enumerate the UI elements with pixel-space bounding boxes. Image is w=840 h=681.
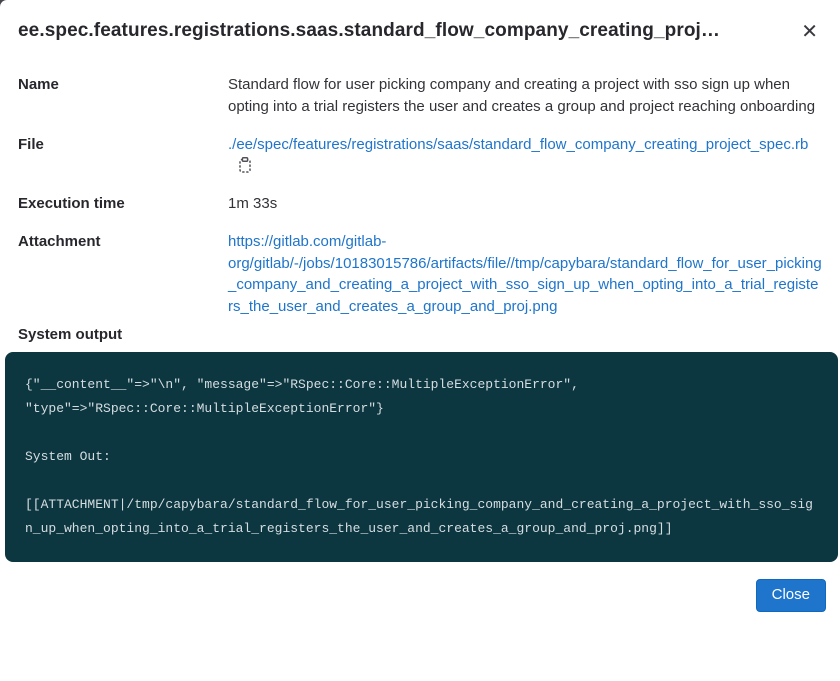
field-row-name: Name Standard flow for user picking comp…: [18, 74, 822, 118]
name-field-label: Name: [18, 74, 228, 118]
modal-header: ee.spec.features.registrations.saas.stan…: [0, 0, 840, 43]
copy-to-clipboard-button[interactable]: [237, 157, 253, 176]
execution-time-field-label: Execution time: [18, 193, 228, 215]
execution-time-field-value: 1m 33s: [228, 193, 822, 215]
attachment-url-link[interactable]: https://gitlab.com/gitlab-org/gitlab/-/j…: [228, 233, 822, 315]
modal-body: Name Standard flow for user picking comp…: [0, 74, 840, 318]
file-path-link[interactable]: ./ee/spec/features/registrations/saas/st…: [228, 136, 808, 153]
copy-to-clipboard-icon: [237, 161, 253, 176]
system-output-heading: System output: [0, 326, 840, 343]
modal-footer: Close: [0, 562, 840, 630]
file-field-label: File: [18, 134, 228, 178]
field-row-execution-time: Execution time 1m 33s: [18, 193, 822, 215]
test-case-details-modal: ee.spec.features.registrations.saas.stan…: [0, 0, 840, 630]
file-field-value: ./ee/spec/features/registrations/saas/st…: [228, 134, 822, 178]
system-output-block: {"__content__"=>"\n", "message"=>"RSpec:…: [5, 352, 838, 562]
attachment-field-value: https://gitlab.com/gitlab-org/gitlab/-/j…: [228, 231, 822, 318]
name-field-value: Standard flow for user picking company a…: [228, 74, 822, 118]
close-button[interactable]: Close: [756, 579, 826, 612]
field-row-attachment: Attachment https://gitlab.com/gitlab-org…: [18, 231, 822, 318]
modal-title: ee.spec.features.registrations.saas.stan…: [18, 20, 720, 42]
field-row-file: File ./ee/spec/features/registrations/sa…: [18, 134, 822, 178]
attachment-field-label: Attachment: [18, 231, 228, 318]
close-icon[interactable]: ✕: [797, 19, 822, 43]
